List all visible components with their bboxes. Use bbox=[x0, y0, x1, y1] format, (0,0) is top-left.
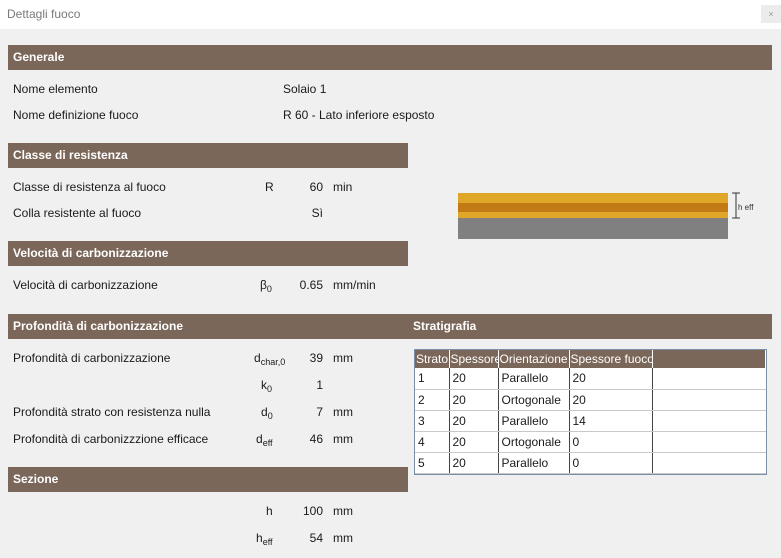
table-cell[interactable]: 20 bbox=[449, 368, 499, 390]
table-cell[interactable] bbox=[652, 452, 766, 474]
deff-value: 46 bbox=[309, 432, 323, 446]
k0-value: 1 bbox=[316, 378, 323, 392]
section-header-stratigrafia: Stratigrafia bbox=[413, 319, 477, 333]
nome-elemento-value: Solaio 1 bbox=[283, 82, 327, 96]
table-cell[interactable]: 2 bbox=[415, 389, 450, 411]
d0-symbol: d0 bbox=[261, 405, 273, 421]
table-cell[interactable]: Parallelo bbox=[498, 452, 570, 474]
section-header-sezione: Sezione bbox=[8, 467, 408, 492]
section-diagram bbox=[458, 192, 740, 239]
classe-resistenza-label: Classe di resistenza al fuoco bbox=[13, 180, 166, 194]
table-cell[interactable]: 0 bbox=[569, 452, 653, 474]
table-row[interactable]: 1 20 Parallelo 20 bbox=[415, 368, 766, 390]
deff-label: Profondità di carbonizzzione efficace bbox=[13, 432, 209, 446]
deff-unit: mm bbox=[333, 432, 353, 446]
table-cell[interactable]: 20 bbox=[569, 368, 653, 390]
table-cell[interactable]: 20 bbox=[569, 389, 653, 411]
classe-unit: min bbox=[333, 180, 353, 194]
table-cell[interactable]: 20 bbox=[449, 452, 499, 474]
h-value: 100 bbox=[302, 504, 323, 518]
colla-value: Sì bbox=[311, 206, 323, 220]
velocita-unit: mm/min bbox=[333, 278, 376, 292]
column-header[interactable]: Spessore bbox=[449, 350, 499, 368]
k0-symbol: k0 bbox=[261, 378, 273, 394]
column-header[interactable]: Spessore fuoco bbox=[569, 350, 653, 368]
table-cell[interactable]: 20 bbox=[449, 410, 499, 432]
layer-top bbox=[458, 193, 728, 203]
layer-bottom bbox=[458, 212, 728, 218]
charred-layer bbox=[458, 218, 728, 239]
table-cell[interactable]: Ortogonale bbox=[498, 389, 570, 411]
heff-symbol: heff bbox=[256, 531, 273, 547]
window-title: Dettagli fuoco bbox=[7, 7, 81, 21]
table-cell[interactable] bbox=[652, 368, 766, 390]
nome-definizione-label: Nome definizione fuoco bbox=[13, 108, 139, 122]
section-header-classe: Classe di resistenza bbox=[8, 143, 408, 168]
table-header-row: Strato Spessore Orientazione Spessore fu… bbox=[415, 350, 766, 368]
colla-label: Colla resistente al fuoco bbox=[13, 206, 142, 220]
table-cell[interactable] bbox=[652, 410, 766, 432]
table-cell[interactable]: 14 bbox=[569, 410, 653, 432]
column-header[interactable]: Orientazione bbox=[498, 350, 570, 368]
layer-middle bbox=[458, 203, 728, 212]
table-cell[interactable]: 4 bbox=[415, 431, 450, 453]
heff-diagram-label: h eff bbox=[738, 203, 754, 212]
heff-value: 54 bbox=[309, 531, 323, 545]
table-cell[interactable]: Parallelo bbox=[498, 410, 570, 432]
table-cell[interactable]: 3 bbox=[415, 410, 450, 432]
table-cell[interactable]: 20 bbox=[449, 389, 499, 411]
close-button[interactable]: × bbox=[761, 5, 781, 23]
dchar-unit: mm bbox=[333, 351, 353, 365]
table-cell[interactable] bbox=[652, 431, 766, 453]
table-cell[interactable]: Ortogonale bbox=[498, 431, 570, 453]
table-row[interactable]: 5 20 Parallelo 0 bbox=[415, 452, 766, 474]
table-cell[interactable]: 5 bbox=[415, 452, 450, 474]
section-header-generale: Generale bbox=[8, 45, 772, 70]
classe-symbol: R bbox=[265, 180, 274, 194]
table-cell[interactable]: 1 bbox=[415, 368, 450, 390]
section-header-profondita: Profondità di carbonizzazione bbox=[8, 314, 772, 339]
column-header[interactable] bbox=[652, 350, 766, 368]
table-cell[interactable]: 20 bbox=[449, 431, 499, 453]
table-cell[interactable]: 0 bbox=[569, 431, 653, 453]
h-unit: mm bbox=[333, 504, 353, 518]
dchar-symbol: dchar,0 bbox=[254, 351, 286, 367]
dchar-value: 39 bbox=[309, 351, 323, 365]
section-header-velocita: Velocità di carbonizzazione bbox=[8, 241, 408, 266]
beta-symbol: β0 bbox=[260, 278, 272, 294]
velocita-value: 0.65 bbox=[299, 278, 323, 292]
table-row[interactable]: 2 20 Ortogonale 20 bbox=[415, 389, 766, 411]
column-header[interactable]: Strato bbox=[415, 350, 450, 368]
h-symbol: h bbox=[266, 504, 273, 518]
deff-symbol: deff bbox=[256, 432, 273, 448]
close-icon: × bbox=[768, 9, 774, 19]
table-row[interactable]: 4 20 Ortogonale 0 bbox=[415, 431, 766, 453]
dchar-label: Profondità di carbonizzazione bbox=[13, 351, 171, 365]
table-cell[interactable] bbox=[652, 389, 766, 411]
heff-unit: mm bbox=[333, 531, 353, 545]
d0-label: Profondità strato con resistenza nulla bbox=[13, 405, 211, 419]
table-cell[interactable]: Parallelo bbox=[498, 368, 570, 390]
velocita-label: Velocità di carbonizzazione bbox=[13, 278, 158, 292]
d0-unit: mm bbox=[333, 405, 353, 419]
stratigrafia-table[interactable]: Strato Spessore Orientazione Spessore fu… bbox=[414, 349, 767, 475]
d0-value: 7 bbox=[316, 405, 323, 419]
nome-definizione-value: R 60 - Lato inferiore esposto bbox=[283, 108, 435, 122]
nome-elemento-label: Nome elemento bbox=[13, 82, 98, 96]
classe-value: 60 bbox=[309, 180, 323, 194]
title-bar: Dettagli fuoco × bbox=[0, 0, 781, 29]
table-row[interactable]: 3 20 Parallelo 14 bbox=[415, 410, 766, 432]
